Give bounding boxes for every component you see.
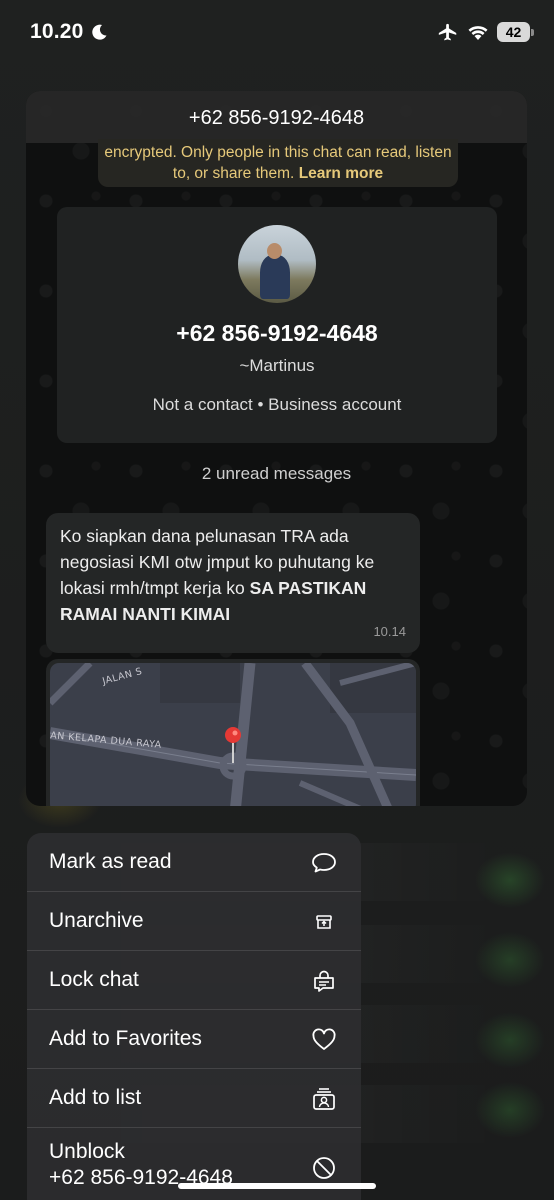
menu-item-mark-as-read[interactable]: Mark as read	[27, 833, 361, 892]
learn-more-link[interactable]: Learn more	[299, 165, 383, 182]
unarchive-icon	[316, 915, 332, 929]
chat-bubble-icon	[312, 853, 336, 873]
menu-item-label: Add to list	[49, 1086, 142, 1109]
context-menu: Mark as read Unarchive Lock chat Add to …	[27, 833, 361, 1200]
menu-item-lock-chat[interactable]: Lock chat	[27, 951, 361, 1010]
status-bar: 10.20 42	[0, 0, 554, 66]
menu-item-unblock[interactable]: Unblock +62 856-9192-4648	[27, 1128, 361, 1200]
battery-icon: 42	[497, 22, 534, 42]
moon-icon	[92, 24, 107, 40]
list-person-icon	[313, 1088, 335, 1110]
encryption-notice: encrypted. Only people in this chat can …	[98, 139, 458, 187]
menu-item-label: Add to Favorites	[49, 1027, 202, 1050]
menu-item-add-to-favorites[interactable]: Add to Favorites	[27, 1010, 361, 1069]
location-bubble: JALAN S AN KELAPA DUA RAYA	[46, 659, 420, 806]
heart-icon	[312, 1028, 336, 1050]
avatar	[238, 225, 316, 303]
menu-item-add-to-list[interactable]: Add to list	[27, 1069, 361, 1128]
airplane-icon	[438, 23, 457, 41]
contact-name: ~Martinus	[239, 356, 315, 375]
encryption-text: encrypted. Only people in this chat can …	[104, 144, 452, 182]
menu-item-label: Unarchive	[49, 909, 144, 932]
menu-item-label: Mark as read	[49, 850, 172, 873]
message-bubble: Ko siapkan dana pelunasan TRA ada negosi…	[46, 513, 420, 653]
unread-divider: 2 unread messages	[26, 456, 527, 494]
contact-info-card: +62 856-9192-4648 ~Martinus Not a contac…	[57, 207, 497, 443]
home-indicator[interactable]	[178, 1183, 376, 1189]
unblock-label: Unblock	[49, 1140, 125, 1163]
contact-phone: +62 856-9192-4648	[176, 320, 378, 346]
menu-item-label: Lock chat	[49, 968, 139, 991]
lock-chat-icon	[314, 970, 334, 992]
menu-item-unarchive[interactable]: Unarchive	[27, 892, 361, 951]
block-icon	[313, 1157, 335, 1179]
location-map: JALAN S AN KELAPA DUA RAYA	[50, 663, 416, 806]
message-time: 10.14	[373, 624, 406, 639]
chat-header-title: +62 856-9192-4648	[26, 91, 527, 143]
contact-status: Not a contact • Business account	[152, 395, 402, 414]
chat-preview[interactable]: +62 856-9192-4648 encrypted. Only people…	[26, 91, 527, 806]
status-time: 10.20	[30, 20, 84, 43]
wifi-icon	[468, 26, 488, 40]
